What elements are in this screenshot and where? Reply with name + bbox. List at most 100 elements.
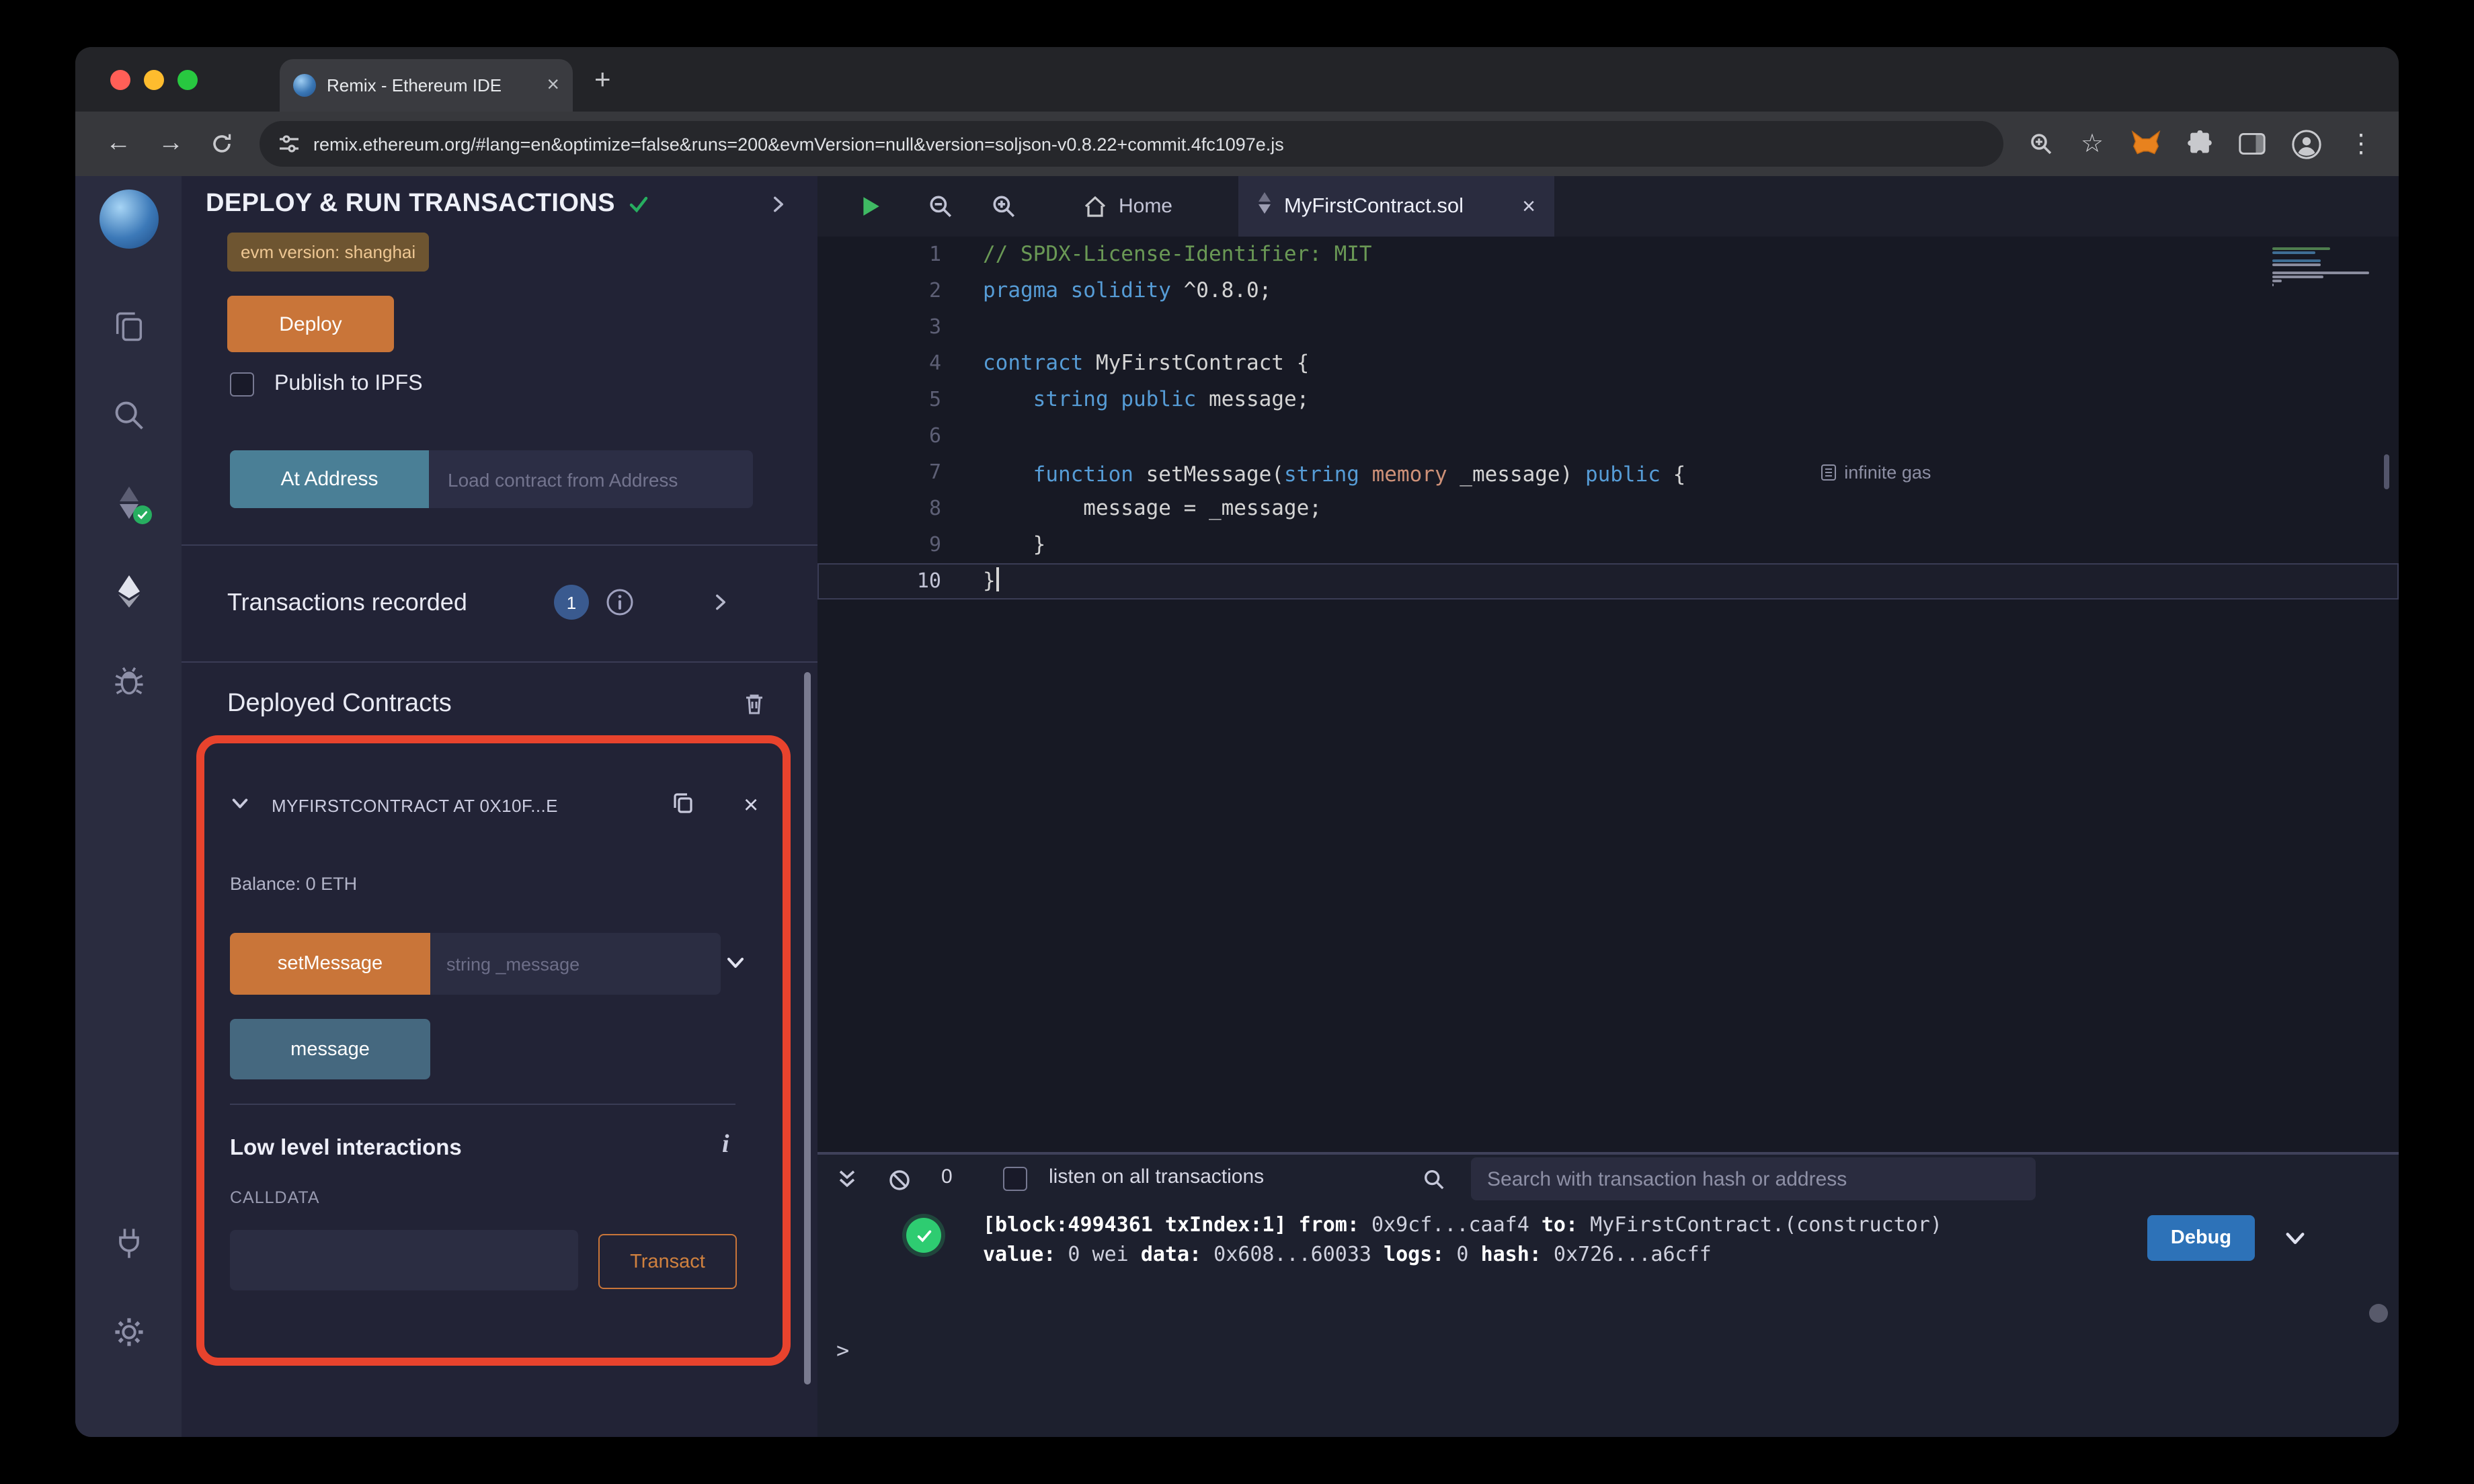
remove-contract-icon[interactable]: × [744,792,758,818]
minimize-window-button[interactable] [144,70,164,90]
deploy-button[interactable]: Deploy [227,296,394,352]
divider [182,544,817,546]
plugin-manager-icon[interactable] [111,1226,146,1261]
code-lines: 1// SPDX-License-Identifier: MIT 2 pragma … [817,237,2399,600]
zoom-out-icon[interactable] [928,194,953,226]
back-button[interactable]: ← [105,129,132,159]
set-message-input[interactable] [430,933,721,995]
bookmark-star-icon[interactable]: ☆ [2079,128,2106,159]
at-address-button[interactable]: At Address [230,450,429,508]
at-address-input[interactable] [429,450,753,508]
remix-app: DEPLOY & RUN TRANSACTIONS evm version: s… [75,176,2399,1437]
log-expand-chevron-icon[interactable] [2283,1226,2307,1257]
profile-avatar-icon[interactable] [2291,128,2322,159]
terminal-prompt[interactable]: > [836,1337,849,1363]
code-line[interactable]: 3 [817,309,2399,345]
listen-all-checkbox[interactable] [1003,1167,1027,1191]
minimap[interactable] [2272,247,2380,286]
settings-gear-icon[interactable] [111,1315,146,1350]
home-icon [1084,196,1107,217]
search-icon[interactable] [111,398,146,433]
tab-home-label: Home [1118,195,1172,218]
panel-title: DEPLOY & RUN TRANSACTIONS [206,190,615,218]
transactions-info-icon[interactable] [605,587,635,624]
debug-button[interactable]: Debug [2147,1215,2255,1261]
transactions-recorded-row: Transactions recorded 1 [182,579,817,625]
transactions-expand-chevron-icon[interactable] [711,593,730,618]
tx-log-block[interactable]: [block:4994361 txIndex:1] from: 0x9cf...… [983,1210,1942,1269]
code-line[interactable]: 2 pragma solidity ^0.8.0; [817,273,2399,309]
message-getter-button[interactable]: message [230,1019,430,1079]
transactions-recorded-label: Transactions recorded [227,588,467,615]
reload-button[interactable] [210,132,234,156]
browser-tab[interactable]: Remix - Ethereum IDE × [280,59,573,112]
code-line[interactable]: 4 contract MyFirstContract { [817,345,2399,382]
clear-console-icon[interactable] [887,1168,912,1199]
tab-myfirstcontract[interactable]: MyFirstContract.sol × [1238,176,1554,237]
code-line[interactable]: 10} [817,563,2399,600]
publish-ipfs-row: Publish to IPFS [230,372,423,397]
deploy-run-icon[interactable] [112,574,145,609]
terminal-collapse-icon[interactable] [836,1168,858,1196]
side-panel-icon[interactable] [2239,132,2266,156]
code-line[interactable]: 1// SPDX-License-Identifier: MIT [817,237,2399,273]
code-line[interactable]: 7 function setMessage(string memory _mes… [817,454,2399,491]
pending-tx-count: 0 [941,1165,953,1188]
solidity-compiler-icon[interactable] [112,485,151,524]
line-number: 7 [928,460,941,484]
file-explorer-icon[interactable] [111,309,146,344]
code-editor[interactable]: 1// SPDX-License-Identifier: MIT 2 pragma … [817,237,2399,1152]
code-line[interactable]: 6 [817,418,2399,454]
calldata-label: CALLDATA [230,1188,320,1207]
close-window-button[interactable] [110,70,130,90]
line-number: 6 [928,423,941,448]
terminal-scroll-dot[interactable] [2369,1304,2388,1323]
tab-close-icon[interactable]: × [547,74,559,96]
deployed-contract-header[interactable]: MYFIRSTCONTRACT AT 0X10F...E × [230,784,769,827]
low-level-info-icon[interactable]: i [722,1130,729,1160]
tab-file-close-icon[interactable]: × [1522,195,1535,218]
line-number: 4 [928,351,941,375]
browser-menu-kebab-icon[interactable]: ⋮ [2348,128,2375,159]
metamask-extension-icon[interactable] [2131,130,2161,157]
contract-collapse-chevron-icon[interactable] [230,793,250,820]
line-number: 5 [928,387,941,411]
zoom-in-icon[interactable] [991,194,1016,226]
transact-button[interactable]: Transact [598,1234,737,1289]
calldata-input[interactable] [230,1230,578,1290]
editor-scrollbar-thumb[interactable] [2384,454,2389,489]
page-zoom-icon[interactable] [2029,132,2053,156]
site-settings-tune-icon[interactable] [278,133,300,155]
line-number: 9 [928,532,941,556]
tx-success-check-icon [906,1218,941,1253]
extensions-puzzle-icon[interactable] [2186,130,2213,157]
expand-args-chevron-icon[interactable] [725,952,746,980]
contract-balance: Balance: 0 ETH [230,874,358,894]
debugger-icon[interactable] [111,663,146,698]
terminal-search-input[interactable] [1471,1157,2036,1200]
code-line[interactable]: 9 } [817,527,2399,563]
log-line-1: [block:4994361 txIndex:1] from: 0x9cf...… [983,1212,1942,1237]
url-text: remix.ethereum.org/#lang=en&optimize=fal… [313,134,1284,154]
compile-success-badge [132,505,151,524]
panel-scrollbar[interactable] [804,672,811,1385]
screen: Remix - Ethereum IDE × + ← → remix.ether… [0,0,2474,1484]
run-script-play-icon[interactable] [859,195,882,224]
copy-address-icon[interactable] [671,790,695,821]
code-line[interactable]: 5 string public message; [817,382,2399,418]
set-message-button[interactable]: setMessage [230,933,430,995]
terminal-search-icon [1423,1168,1445,1198]
contract-instance-title: MYFIRSTCONTRACT AT 0X10F...E [272,795,558,815]
code-line[interactable]: 8 message = _message; [817,491,2399,527]
publish-ipfs-checkbox[interactable] [230,372,254,397]
clear-deployed-trash-icon[interactable] [744,692,765,722]
panel-collapse-chevron-icon[interactable] [769,195,788,220]
remix-logo[interactable] [99,190,158,249]
listen-all-label: listen on all transactions [1049,1165,1265,1188]
address-bar[interactable]: remix.ethereum.org/#lang=en&optimize=fal… [260,121,2003,167]
maximize-window-button[interactable] [177,70,198,90]
tab-home[interactable]: Home [1049,176,1207,237]
forward-button[interactable]: → [157,129,184,159]
new-tab-button[interactable]: + [594,66,611,94]
transactions-count-badge: 1 [554,585,589,620]
